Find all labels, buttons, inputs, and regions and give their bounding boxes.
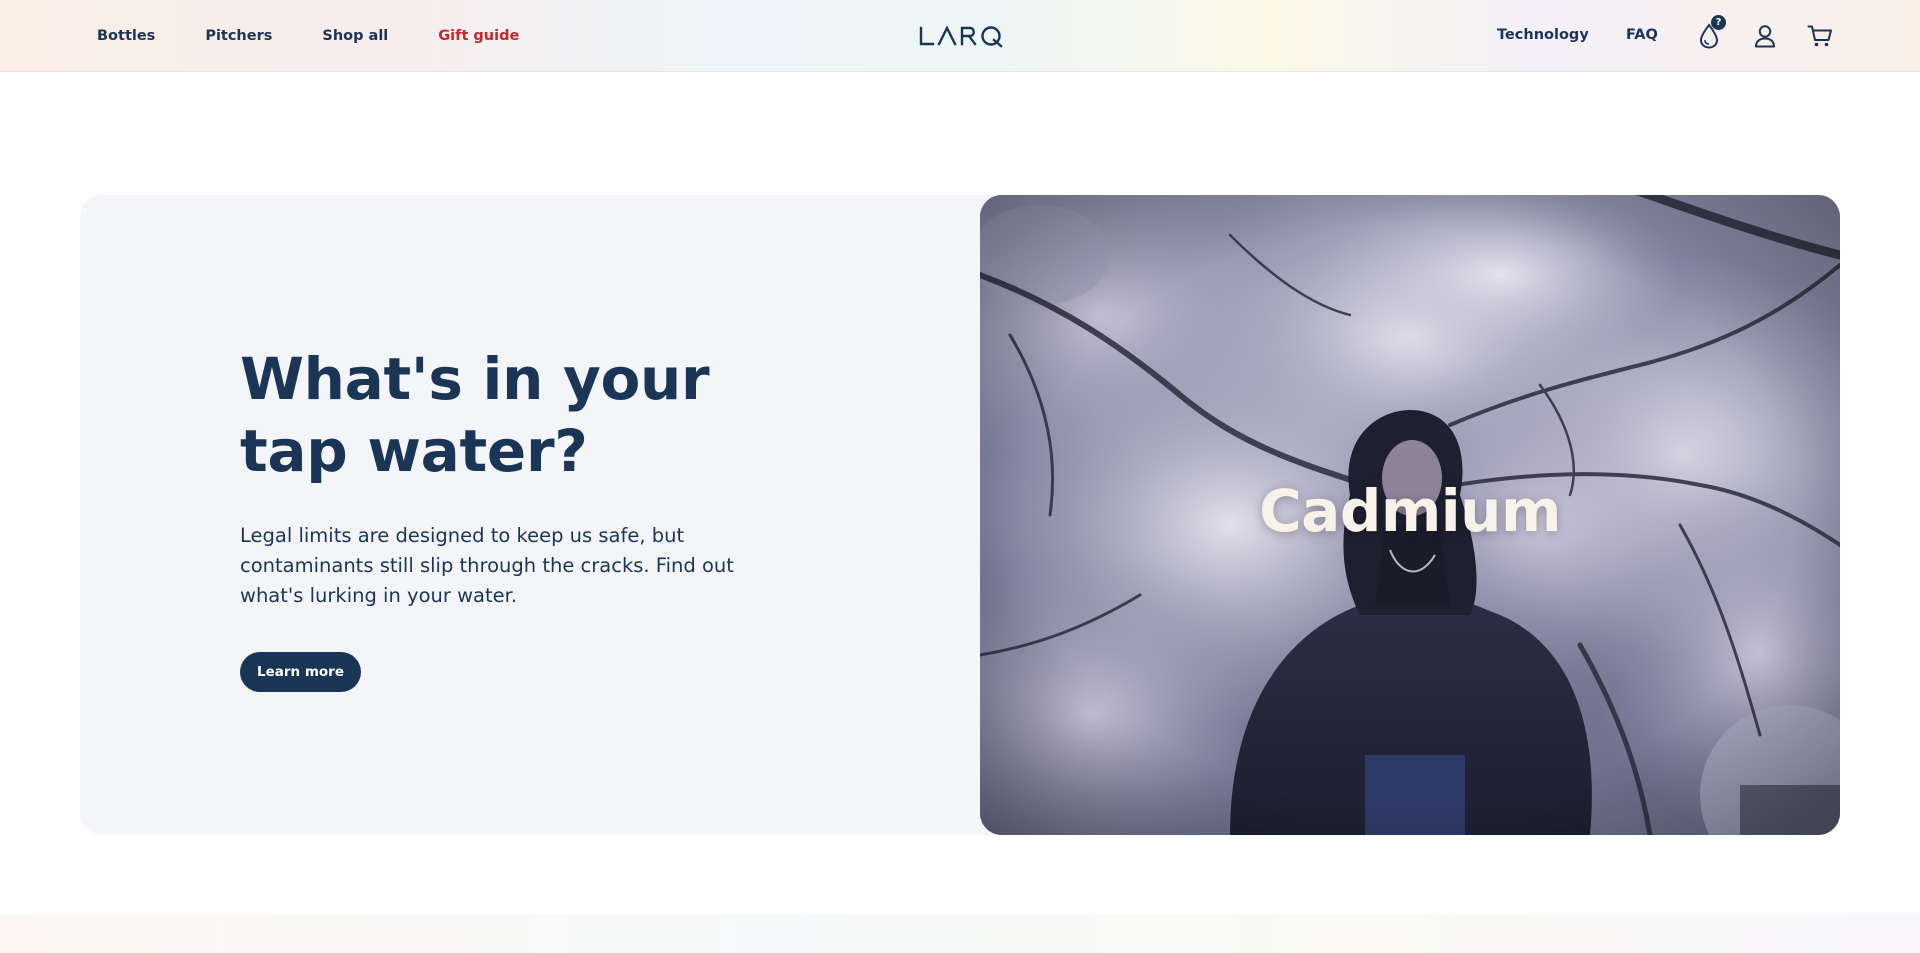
site-header: Bottles Pitchers Shop all Gift guide Tec… [0, 0, 1920, 72]
next-section-edge [0, 914, 1920, 953]
nav-link-technology[interactable]: Technology [1497, 27, 1589, 43]
water-quiz-button[interactable]: ? [1694, 15, 1726, 51]
larq-logo[interactable] [918, 22, 1004, 50]
nav-link-faq[interactable]: FAQ [1626, 27, 1658, 43]
nav-link-pitchers[interactable]: Pitchers [205, 28, 272, 44]
hero-text-panel: What's in your tap water? Legal limits a… [80, 195, 1000, 835]
tap-water-hero: What's in your tap water? Legal limits a… [80, 195, 1840, 835]
hero-title: What's in your tap water? [240, 345, 710, 485]
cart-button[interactable] [1805, 21, 1835, 51]
account-button[interactable] [1750, 21, 1780, 51]
user-icon [1755, 25, 1775, 48]
hero-description: Legal limits are designed to keep us saf… [240, 524, 734, 607]
nav-link-shop-all[interactable]: Shop all [322, 28, 388, 44]
hero-video: Cadmium [980, 195, 1840, 835]
learn-more-button[interactable]: Learn more [240, 652, 361, 692]
larq-logo-mark [919, 25, 1003, 48]
nav-link-bottles[interactable]: Bottles [97, 28, 155, 44]
quiz-badge: ? [1711, 15, 1726, 30]
contaminant-caption: Cadmium [1259, 477, 1561, 545]
nav-link-gift-guide[interactable]: Gift guide [438, 28, 519, 44]
cart-icon [1807, 25, 1832, 47]
primary-nav: Bottles Pitchers Shop all Gift guide [97, 0, 519, 72]
secondary-nav: Technology FAQ ? [1420, 0, 1920, 72]
